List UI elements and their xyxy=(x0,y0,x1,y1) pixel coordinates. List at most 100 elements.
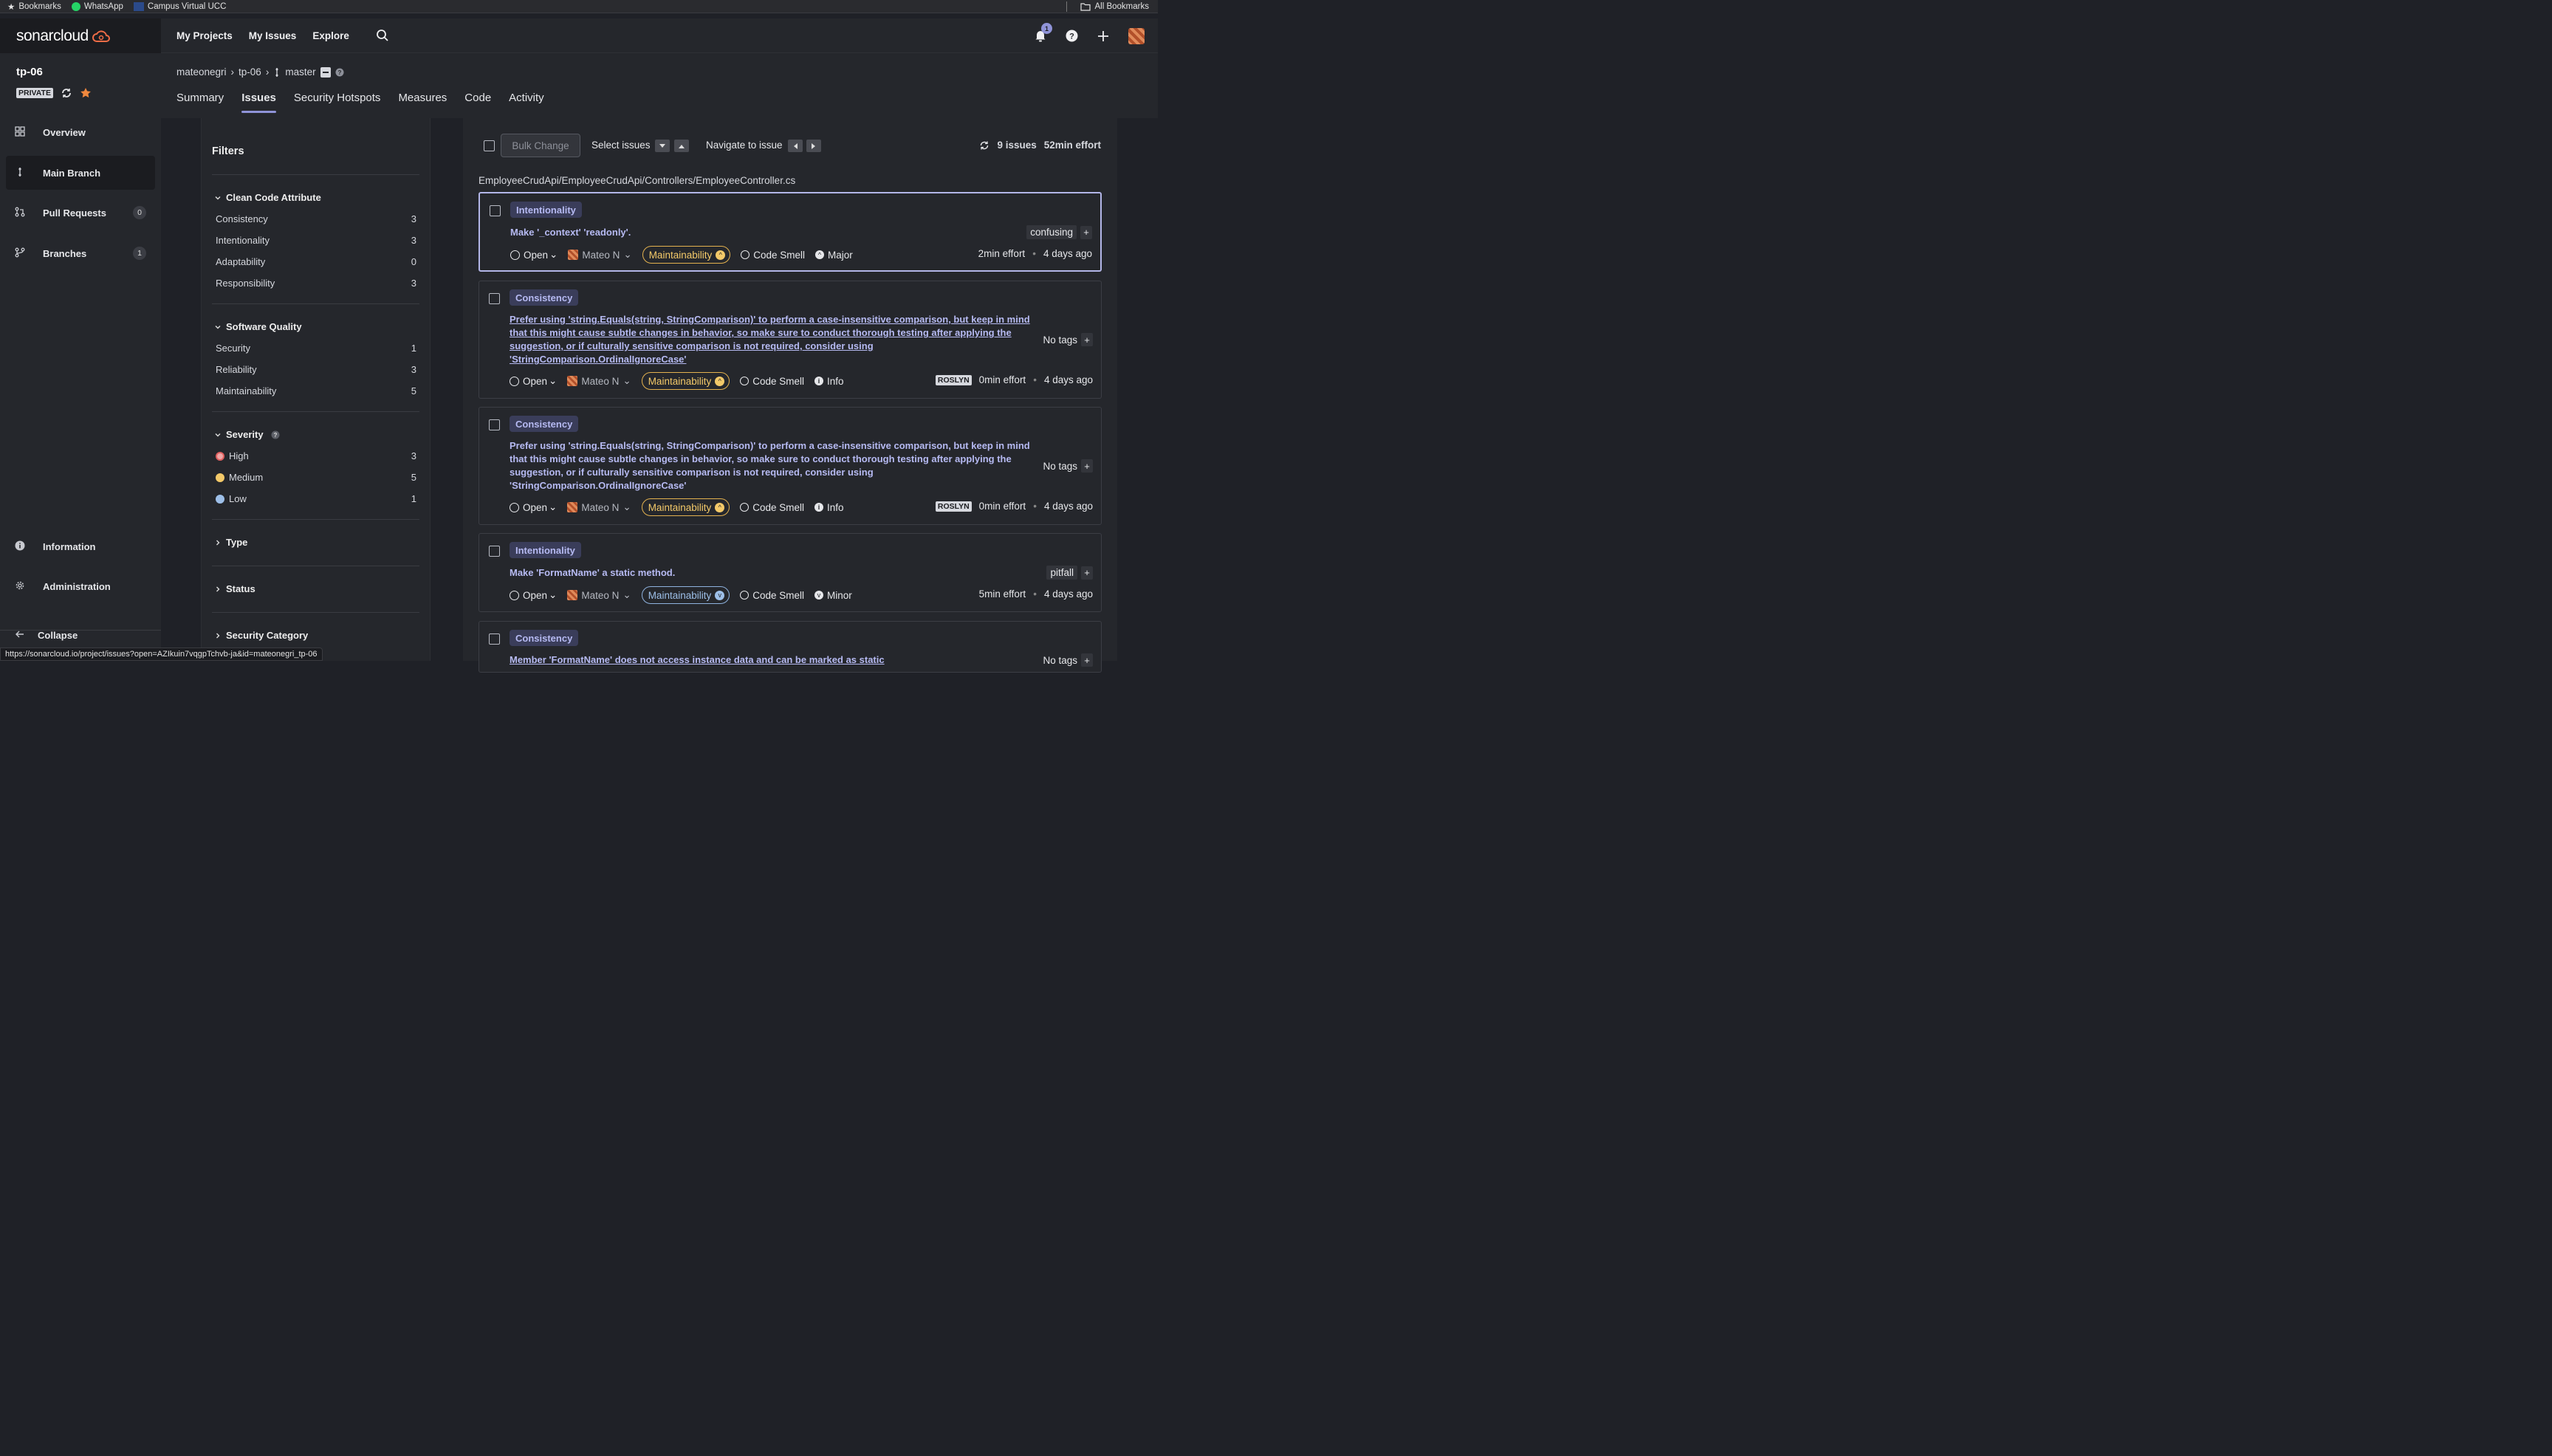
issue-message[interactable]: Member 'FormatName' does not access inst… xyxy=(510,653,885,667)
bookmark-bookmarks[interactable]: ★ Bookmarks xyxy=(7,1,61,12)
issue-card[interactable]: Consistency Member 'FormatName' does not… xyxy=(478,621,1102,673)
issue-message[interactable]: Prefer using 'string.Equals(string, Stri… xyxy=(510,313,1030,366)
notifications-button[interactable]: 1 xyxy=(1035,23,1052,42)
navigate-next-issue-button[interactable] xyxy=(806,140,821,152)
issue-card[interactable]: Intentionality Make 'FormatName' a stati… xyxy=(478,533,1102,612)
sidebar-item-administration[interactable]: Administration xyxy=(6,569,155,603)
filter-row-adaptability[interactable]: Adaptability 0 xyxy=(216,256,416,267)
status-dropdown[interactable]: Open ⌄ xyxy=(510,375,557,387)
help-icon[interactable]: ? xyxy=(1066,30,1078,42)
favorite-star-icon[interactable] xyxy=(80,87,92,99)
filter-row-severity-high[interactable]: High 3 xyxy=(216,450,416,461)
help-icon[interactable]: ? xyxy=(271,430,280,439)
software-quality-badge[interactable]: Maintainability v xyxy=(641,586,730,604)
sidebar-item-branches[interactable]: Branches 1 xyxy=(6,236,155,270)
filter-row-intentionality[interactable]: Intentionality 3 xyxy=(216,235,416,246)
issue-card[interactable]: Consistency Prefer using 'string.Equals(… xyxy=(478,281,1102,399)
sidebar-item-main-branch[interactable]: Main Branch xyxy=(6,156,155,190)
github-sync-icon[interactable] xyxy=(61,87,72,99)
all-bookmarks-button[interactable]: All Bookmarks xyxy=(1080,0,1149,13)
sidebar-item-pull-requests[interactable]: Pull Requests 0 xyxy=(6,196,155,230)
sonarcloud-logo[interactable]: sonarcloud xyxy=(0,18,161,53)
issue-tags[interactable]: confusing + xyxy=(1026,225,1092,239)
status-dropdown[interactable]: Open ⌄ xyxy=(510,249,558,261)
issue-tags[interactable]: No tags + xyxy=(1043,333,1093,346)
issue-checkbox[interactable] xyxy=(490,205,501,216)
issue-checkbox[interactable] xyxy=(489,546,500,557)
assignee-dropdown[interactable]: Mateo N ⌄ xyxy=(567,375,631,387)
issue-card[interactable]: Consistency Prefer using 'string.Equals(… xyxy=(478,407,1102,525)
issue-checkbox[interactable] xyxy=(489,293,500,304)
add-tag-plus-icon[interactable]: + xyxy=(1081,333,1093,346)
breadcrumb-project[interactable]: tp-06 xyxy=(239,66,261,78)
issue-severity[interactable]: i Info xyxy=(814,502,844,513)
filter-clean-code-attribute-header[interactable]: Clean Code Attribute xyxy=(214,192,321,203)
filter-row-reliability[interactable]: Reliability 3 xyxy=(216,364,416,375)
add-tag-plus-icon[interactable]: + xyxy=(1081,459,1093,473)
refresh-icon[interactable] xyxy=(979,140,989,151)
navigate-previous-issue-button[interactable] xyxy=(788,140,803,152)
assignee-dropdown[interactable]: Mateo N ⌄ xyxy=(567,501,631,513)
issue-severity[interactable]: i Info xyxy=(814,376,844,387)
filter-row-severity-medium[interactable]: Medium 5 xyxy=(216,472,416,483)
tab-security-hotspots[interactable]: Security Hotspots xyxy=(294,92,381,111)
filter-row-responsibility[interactable]: Responsibility 3 xyxy=(216,278,416,289)
add-tag-plus-icon[interactable]: + xyxy=(1081,566,1093,580)
nav-my-projects[interactable]: My Projects xyxy=(176,30,233,41)
issue-message[interactable]: Make 'FormatName' a static method. xyxy=(510,566,675,580)
add-tag-plus-icon[interactable]: + xyxy=(1081,653,1093,667)
bookmark-whatsapp[interactable]: WhatsApp xyxy=(71,1,123,11)
filter-row-security[interactable]: Security 1 xyxy=(216,343,416,354)
select-previous-issue-button[interactable] xyxy=(674,140,689,152)
help-icon[interactable]: ? xyxy=(335,68,344,77)
bookmark-campus-virtual[interactable]: Campus Virtual UCC xyxy=(133,1,226,11)
assignee-dropdown[interactable]: Mateo N ⌄ xyxy=(567,589,631,601)
filter-row-maintainability[interactable]: Maintainability 5 xyxy=(216,385,416,396)
tab-measures[interactable]: Measures xyxy=(398,92,447,111)
tab-summary[interactable]: Summary xyxy=(176,92,224,111)
issue-age[interactable]: 4 days ago xyxy=(1044,501,1093,512)
software-quality-badge[interactable]: Maintainability ^ xyxy=(641,372,730,390)
issue-age[interactable]: 4 days ago xyxy=(1043,248,1092,259)
filter-row-severity-low[interactable]: Low 1 xyxy=(216,493,416,504)
search-icon[interactable] xyxy=(376,29,389,42)
plus-icon[interactable] xyxy=(1097,30,1109,42)
issue-checkbox[interactable] xyxy=(489,419,500,430)
nav-my-issues[interactable]: My Issues xyxy=(249,30,297,41)
issue-age[interactable]: 4 days ago xyxy=(1044,374,1093,385)
add-tag-plus-icon[interactable]: + xyxy=(1080,225,1092,239)
status-dropdown[interactable]: Open ⌄ xyxy=(510,589,557,601)
filter-row-consistency[interactable]: Consistency 3 xyxy=(216,213,416,224)
tab-issues[interactable]: Issues xyxy=(241,92,276,113)
user-avatar[interactable] xyxy=(1128,27,1145,44)
select-all-checkbox[interactable] xyxy=(484,140,495,151)
breadcrumb-branch[interactable]: master xyxy=(285,66,315,78)
software-quality-badge[interactable]: Maintainability ^ xyxy=(642,246,731,264)
filter-software-quality-header[interactable]: Software Quality xyxy=(214,321,302,332)
filter-type-header[interactable]: Type xyxy=(214,537,247,548)
tab-code[interactable]: Code xyxy=(464,92,491,111)
nav-explore[interactable]: Explore xyxy=(312,30,349,41)
issue-severity[interactable]: v Minor xyxy=(814,590,852,601)
bulk-change-button[interactable]: Bulk Change xyxy=(501,134,580,157)
status-dropdown[interactable]: Open ⌄ xyxy=(510,501,557,513)
issue-tags[interactable]: pitfall + xyxy=(1046,566,1093,580)
sidebar-item-information[interactable]: Information xyxy=(6,529,155,563)
select-next-issue-button[interactable] xyxy=(655,140,670,152)
breadcrumb-org[interactable]: mateonegri xyxy=(176,66,227,78)
assignee-dropdown[interactable]: Mateo N ⌄ xyxy=(568,249,632,261)
software-quality-badge[interactable]: Maintainability ^ xyxy=(641,498,730,516)
issue-tags[interactable]: No tags + xyxy=(1043,653,1093,667)
filter-security-category-header[interactable]: Security Category xyxy=(214,630,308,641)
filter-severity-header[interactable]: Severity ? xyxy=(214,429,280,440)
issue-checkbox[interactable] xyxy=(489,633,500,645)
issue-message[interactable]: Make '_context' 'readonly'. xyxy=(510,226,631,239)
issue-card[interactable]: Intentionality Make '_context' 'readonly… xyxy=(478,192,1102,272)
issue-age[interactable]: 4 days ago xyxy=(1044,588,1093,600)
issue-message[interactable]: Prefer using 'string.Equals(string, Stri… xyxy=(510,439,1030,492)
sidebar-item-overview[interactable]: Overview xyxy=(6,115,155,149)
tab-activity[interactable]: Activity xyxy=(509,92,544,111)
filter-status-header[interactable]: Status xyxy=(214,583,255,594)
issue-severity[interactable]: ^ Major xyxy=(815,250,853,261)
issue-tags[interactable]: No tags + xyxy=(1043,459,1093,473)
